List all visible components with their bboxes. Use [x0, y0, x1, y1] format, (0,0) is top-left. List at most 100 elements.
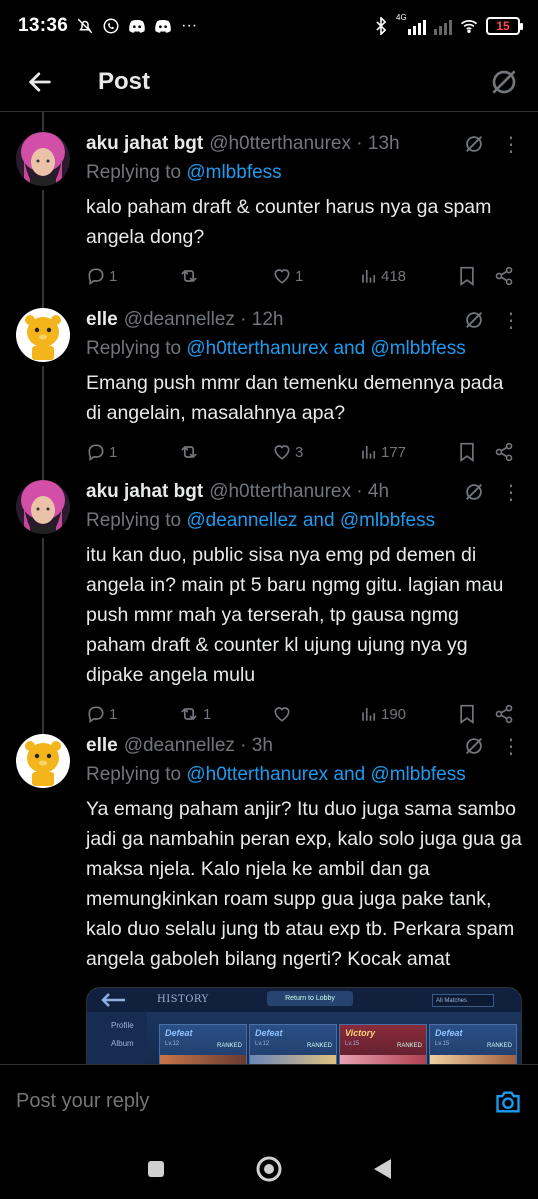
reply-button[interactable]: 1 [86, 442, 178, 462]
heart-icon [274, 269, 290, 284]
back-button[interactable] [0, 52, 80, 112]
heart-icon [274, 445, 290, 460]
mention-link[interactable]: @h0tterthanurex [186, 764, 328, 785]
more-options-icon[interactable]: ⋮ [501, 308, 522, 333]
system-navigation-bar [0, 1138, 538, 1199]
share-button[interactable] [494, 266, 514, 286]
author-handle[interactable]: @h0tterthanurex · 13h [209, 133, 399, 155]
author-handle[interactable]: @deannellez · 3h [124, 735, 273, 757]
replying-to-label: Replying to [86, 162, 187, 183]
mention-link[interactable]: @h0tterthanurex [186, 338, 328, 359]
and-text: and [297, 510, 340, 531]
views-icon [362, 446, 376, 459]
more-options-icon[interactable]: ⋮ [501, 132, 522, 157]
triangle-back-icon [373, 1158, 391, 1179]
match-result: Defeat [255, 1028, 283, 1038]
and-text: and [328, 338, 371, 359]
reply-tweet[interactable]: elle @deannellez · 12h ⋮ Replying to @h0… [0, 288, 538, 462]
image-topbar: HISTORY Return to Lobby All Matches [87, 988, 521, 1012]
mention-link[interactable]: @mlbbfess [340, 510, 435, 531]
image-lobby-button: Return to Lobby [267, 991, 353, 1006]
more-options-icon[interactable]: ⋮ [501, 480, 522, 505]
repost-button[interactable] [178, 442, 272, 462]
repost-button[interactable] [178, 266, 272, 286]
hero-art [430, 1055, 516, 1064]
view-count: 177 [381, 443, 407, 461]
mention-link[interactable]: @deannellez [186, 510, 297, 531]
grok-icon[interactable] [463, 133, 485, 155]
mention-link[interactable]: @mlbbfess [186, 162, 281, 183]
hero-art [250, 1055, 336, 1064]
match-card: Victory Lv.15 RANKED [339, 1024, 427, 1064]
reply-tweet[interactable]: aku jahat bgt @h0tterthanurex · 4h ⋮ Rep… [0, 460, 538, 724]
and-text: and [328, 764, 371, 785]
like-button[interactable]: 1 [272, 266, 360, 286]
reply-input[interactable] [16, 1090, 494, 1113]
avatar[interactable] [16, 734, 70, 788]
home-button[interactable] [249, 1149, 289, 1189]
author-name[interactable]: aku jahat bgt [86, 133, 203, 155]
back-nav-button[interactable] [362, 1149, 402, 1189]
thread-connector [42, 288, 44, 308]
author-name[interactable]: elle [86, 309, 118, 331]
author-handle[interactable]: @deannellez · 12h [124, 309, 284, 331]
grok-icon[interactable] [463, 309, 485, 331]
recents-button[interactable] [136, 1149, 176, 1189]
grok-button[interactable] [488, 66, 520, 98]
replying-to: Replying to @h0tterthanurex and @mlbbfes… [86, 764, 522, 788]
view-count: 418 [381, 267, 407, 285]
replying-to: Replying to @deannellez and @mlbbfess [86, 510, 522, 534]
bookmark-button[interactable] [458, 266, 494, 286]
mention-link[interactable]: @mlbbfess [370, 338, 465, 359]
avatar[interactable] [16, 480, 70, 534]
reply-button[interactable]: 1 [86, 266, 178, 286]
views-button[interactable]: 418 [360, 267, 458, 285]
more-options-icon[interactable]: ⋮ [501, 734, 522, 759]
match-mode: RANKED [486, 1043, 512, 1049]
reply-count: 1 [109, 267, 118, 285]
reply-thread: aku jahat bgt @h0tterthanurex · 13h ⋮ Re… [0, 112, 538, 1064]
avatar[interactable] [16, 132, 70, 186]
views-button[interactable]: 177 [360, 443, 458, 461]
attached-image[interactable]: HISTORY Return to Lobby All Matches Prof… [86, 987, 522, 1064]
camera-button[interactable] [494, 1088, 522, 1116]
match-mode: RANKED [306, 1043, 332, 1049]
thread-connector [42, 460, 44, 480]
camera-icon [496, 1091, 520, 1112]
match-result: Defeat [165, 1028, 193, 1038]
share-button[interactable] [494, 442, 514, 462]
match-mode: RANKED [216, 1043, 242, 1049]
replying-to: Replying to @h0tterthanurex and @mlbbfes… [86, 338, 522, 362]
more-dots-icon: ··· [181, 17, 198, 34]
bookmark-icon [460, 442, 474, 462]
match-card: Defeat Lv.12 RANKED [249, 1024, 337, 1064]
image-history-label: HISTORY [157, 994, 209, 1005]
reply-tweet[interactable]: aku jahat bgt @h0tterthanurex · 13h ⋮ Re… [0, 112, 538, 288]
hero-art [160, 1055, 246, 1064]
reply-icon [88, 268, 104, 286]
grok-icon[interactable] [463, 481, 485, 503]
like-button[interactable]: 3 [272, 442, 360, 462]
grok-icon[interactable] [463, 735, 485, 757]
network-type: 4G [396, 13, 407, 22]
mention-link[interactable]: @mlbbfess [370, 764, 465, 785]
discord-icon [128, 17, 146, 35]
avatar[interactable] [16, 308, 70, 362]
match-card: Defeat Lv.15 RANKED [429, 1024, 517, 1064]
like-count: 1 [295, 267, 304, 285]
match-mode: RANKED [396, 1043, 422, 1049]
author-name[interactable]: aku jahat bgt [86, 481, 203, 503]
replying-to-label: Replying to [86, 338, 187, 359]
author-handle[interactable]: @h0tterthanurex · 4h [209, 481, 389, 503]
image-dropdown: All Matches [432, 994, 494, 1007]
thread-connector [42, 366, 44, 460]
tweet-text: Emang push mmr dan temenku demennya pada… [86, 372, 504, 424]
square-icon [148, 1160, 165, 1177]
author-name[interactable]: elle [86, 735, 118, 757]
signal-icon: 4G [396, 13, 426, 35]
replying-to-label: Replying to [86, 764, 187, 785]
bookmark-button[interactable] [458, 442, 494, 462]
views-icon [362, 270, 376, 283]
reply-composer [0, 1064, 538, 1138]
back-arrow-icon [101, 993, 125, 1007]
